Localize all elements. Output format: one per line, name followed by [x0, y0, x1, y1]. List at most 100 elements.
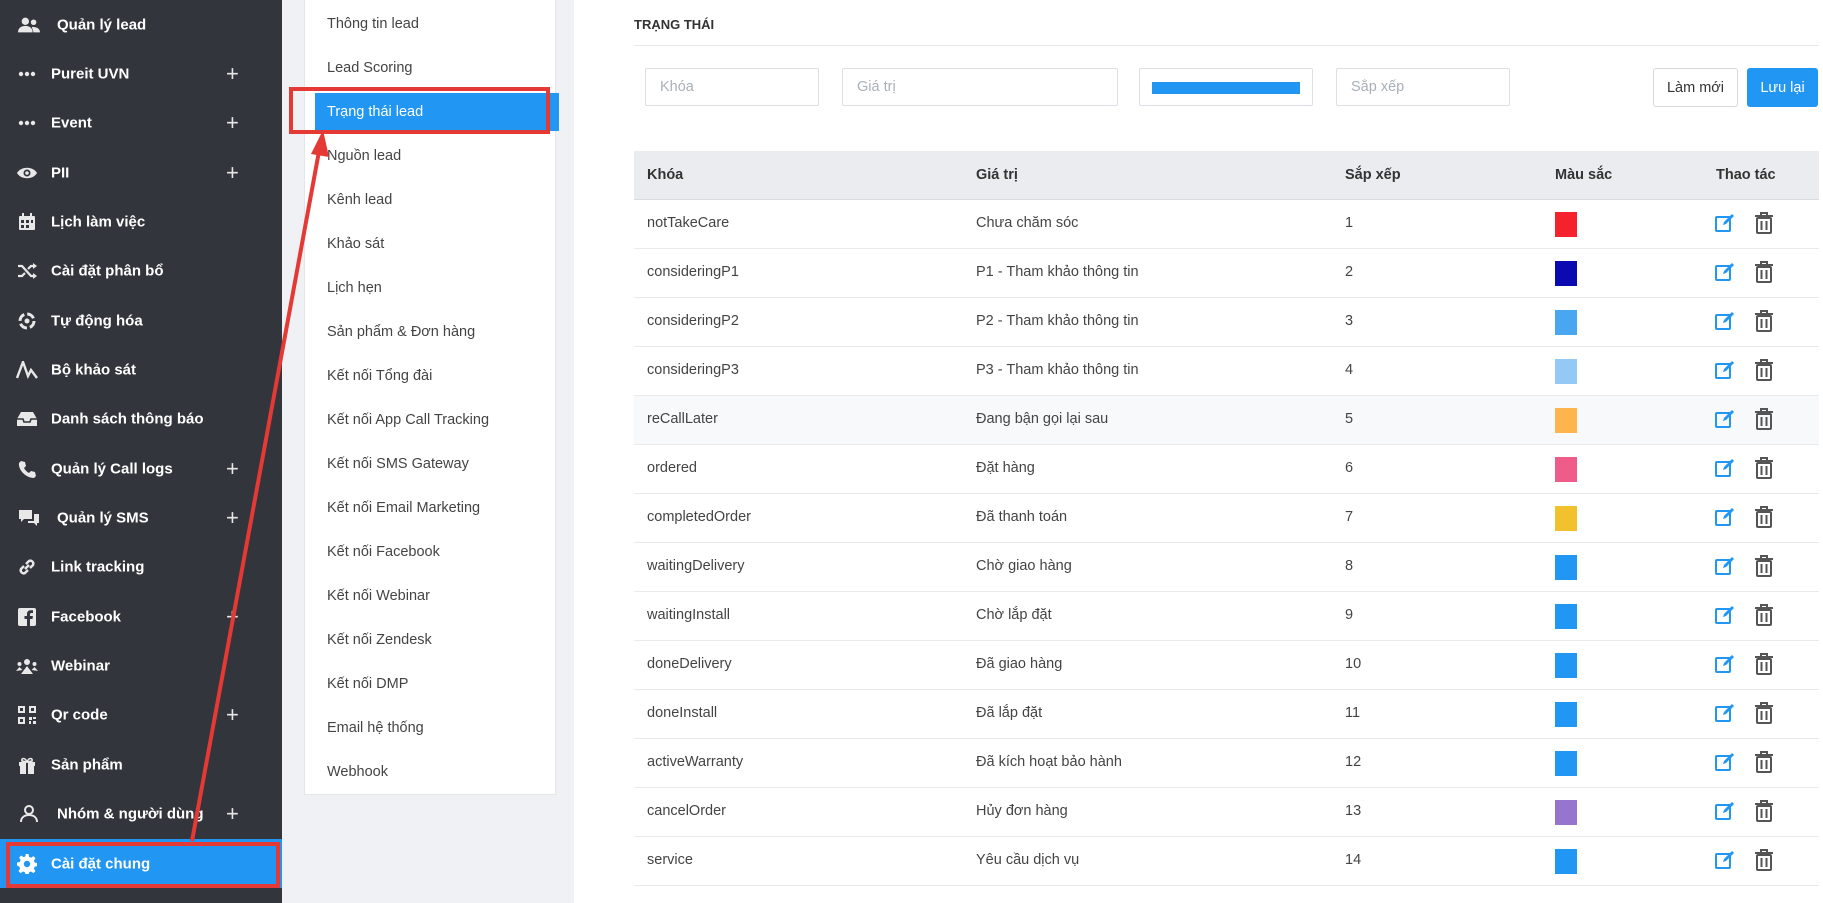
sidebar: Quản lý lead Pureit UVN + Event + PII + Lịch là… — [0, 0, 282, 903]
trash-icon[interactable] — [1754, 800, 1776, 822]
edit-icon[interactable] — [1714, 653, 1736, 675]
sidebar-item-7[interactable]: Bộ khảo sát — [0, 345, 282, 394]
submenu-item-3[interactable]: Nguồn lead — [305, 137, 557, 175]
chat-icon — [18, 508, 40, 528]
edit-icon[interactable] — [1714, 849, 1736, 871]
cell-key: notTakeCare — [647, 215, 730, 231]
trash-icon[interactable] — [1754, 555, 1776, 577]
table-row: service Yêu cầu dịch vụ 14 — [634, 837, 1819, 886]
edit-icon[interactable] — [1714, 800, 1736, 822]
key-input[interactable] — [645, 68, 819, 106]
submenu-item-17[interactable]: Webhook — [305, 753, 557, 791]
webinar-icon — [16, 656, 38, 676]
sidebar-item-11[interactable]: Link tracking — [0, 542, 282, 591]
sidebar-item-3[interactable]: PII + — [0, 148, 282, 197]
color-picker[interactable] — [1139, 68, 1313, 106]
cell-sort: 8 — [1345, 558, 1354, 574]
sidebar-item-6[interactable]: Tự động hóa — [0, 296, 282, 345]
edit-icon[interactable] — [1714, 506, 1736, 528]
sidebar-item-4[interactable]: Lịch làm việc — [0, 197, 282, 246]
submenu-item-12[interactable]: Kết nối Facebook — [305, 533, 557, 571]
sidebar-item-15[interactable]: Sản phẩm — [0, 740, 282, 789]
sidebar-item-1[interactable]: Pureit UVN + — [0, 49, 282, 98]
submenu-item-6[interactable]: Lịch hẹn — [305, 269, 557, 307]
cell-value: Yêu cầu dịch vụ — [976, 852, 1080, 868]
edit-icon[interactable] — [1714, 359, 1736, 381]
sidebar-item-label: Event — [51, 114, 92, 131]
submenu-item-10[interactable]: Kết nối SMS Gateway — [305, 445, 557, 483]
expand-plus-icon[interactable]: + — [226, 605, 239, 628]
sidebar-item-12[interactable]: Facebook + — [0, 592, 282, 641]
submenu-item-11[interactable]: Kết nối Email Marketing — [305, 489, 557, 527]
sidebar-item-0[interactable]: Quản lý lead — [0, 0, 282, 49]
submenu-item-13[interactable]: Kết nối Webinar — [305, 577, 557, 615]
trash-icon[interactable] — [1754, 261, 1776, 283]
trash-icon[interactable] — [1754, 359, 1776, 381]
expand-plus-icon[interactable]: + — [226, 62, 239, 85]
trash-icon[interactable] — [1754, 212, 1776, 234]
edit-icon[interactable] — [1714, 408, 1736, 430]
cell-value: Đã giao hàng — [976, 656, 1063, 672]
save-button[interactable]: Lưu lại — [1747, 68, 1818, 107]
edit-icon[interactable] — [1714, 212, 1736, 234]
sidebar-item-label: Facebook — [51, 608, 122, 625]
expand-plus-icon[interactable]: + — [226, 161, 239, 184]
cell-sort: 4 — [1345, 362, 1354, 378]
submenu-item-14[interactable]: Kết nối Zendesk — [305, 621, 557, 659]
color-swatch — [1555, 555, 1577, 580]
trash-icon[interactable] — [1754, 702, 1776, 724]
sidebar-item-13[interactable]: Webinar — [0, 641, 282, 690]
cell-value: Đang bận gọi lại sau — [976, 411, 1109, 427]
sidebar-item-16[interactable]: Nhóm & người dùng + — [0, 789, 282, 838]
color-swatch — [1555, 506, 1577, 531]
dots-icon — [16, 113, 38, 133]
trash-icon[interactable] — [1754, 849, 1776, 871]
cell-sort: 2 — [1345, 264, 1354, 280]
edit-icon[interactable] — [1714, 604, 1736, 626]
submenu-item-0[interactable]: Thông tin lead — [305, 5, 557, 43]
expand-plus-icon[interactable]: + — [226, 802, 239, 825]
edit-icon[interactable] — [1714, 751, 1736, 773]
sidebar-item-5[interactable]: Cài đặt phân bổ — [0, 246, 282, 295]
color-swatch — [1555, 604, 1577, 629]
sidebar-item-2[interactable]: Event + — [0, 98, 282, 147]
edit-icon[interactable] — [1714, 310, 1736, 332]
trash-icon[interactable] — [1754, 653, 1776, 675]
edit-icon[interactable] — [1714, 261, 1736, 283]
cell-value: P2 - Tham khảo thông tin — [976, 313, 1139, 329]
expand-plus-icon[interactable]: + — [226, 457, 239, 480]
qrcode-icon — [16, 705, 38, 725]
submenu-item-5[interactable]: Khảo sát — [305, 225, 557, 263]
submenu-item-9[interactable]: Kết nối App Call Tracking — [305, 401, 557, 439]
cell-value: P1 - Tham khảo thông tin — [976, 264, 1139, 280]
table-row: consideringP3 P3 - Tham khảo thông tin 4 — [634, 347, 1819, 396]
expand-plus-icon[interactable]: + — [226, 506, 239, 529]
trash-icon[interactable] — [1754, 310, 1776, 332]
submenu-item-8[interactable]: Kết nối Tổng đài — [305, 357, 557, 395]
submenu-item-1[interactable]: Lead Scoring — [305, 49, 557, 87]
value-input[interactable] — [842, 68, 1118, 106]
edit-icon[interactable] — [1714, 702, 1736, 724]
trash-icon[interactable] — [1754, 408, 1776, 430]
expand-plus-icon[interactable]: + — [226, 703, 239, 726]
reset-button[interactable]: Làm mới — [1653, 68, 1738, 107]
cell-key: waitingDelivery — [647, 558, 745, 574]
trash-icon[interactable] — [1754, 457, 1776, 479]
sort-input[interactable] — [1336, 68, 1510, 106]
submenu-item-15[interactable]: Kết nối DMP — [305, 665, 557, 703]
table-row: ordered Đặt hàng 6 — [634, 445, 1819, 494]
submenu-item-16[interactable]: Email hệ thống — [305, 709, 557, 747]
submenu-item-7[interactable]: Sản phẩm & Đơn hàng — [305, 313, 557, 351]
expand-plus-icon[interactable]: + — [226, 111, 239, 134]
edit-icon[interactable] — [1714, 457, 1736, 479]
sidebar-item-14[interactable]: Qr code + — [0, 690, 282, 739]
submenu-item-4[interactable]: Kênh lead — [305, 181, 557, 219]
sidebar-item-8[interactable]: Danh sách thông báo — [0, 394, 282, 443]
sidebar-item-10[interactable]: Quản lý SMS + — [0, 493, 282, 542]
trash-icon[interactable] — [1754, 751, 1776, 773]
trash-icon[interactable] — [1754, 604, 1776, 626]
trash-icon[interactable] — [1754, 506, 1776, 528]
table-row: doneDelivery Đã giao hàng 10 — [634, 641, 1819, 690]
sidebar-item-9[interactable]: Quản lý Call logs + — [0, 444, 282, 493]
edit-icon[interactable] — [1714, 555, 1736, 577]
